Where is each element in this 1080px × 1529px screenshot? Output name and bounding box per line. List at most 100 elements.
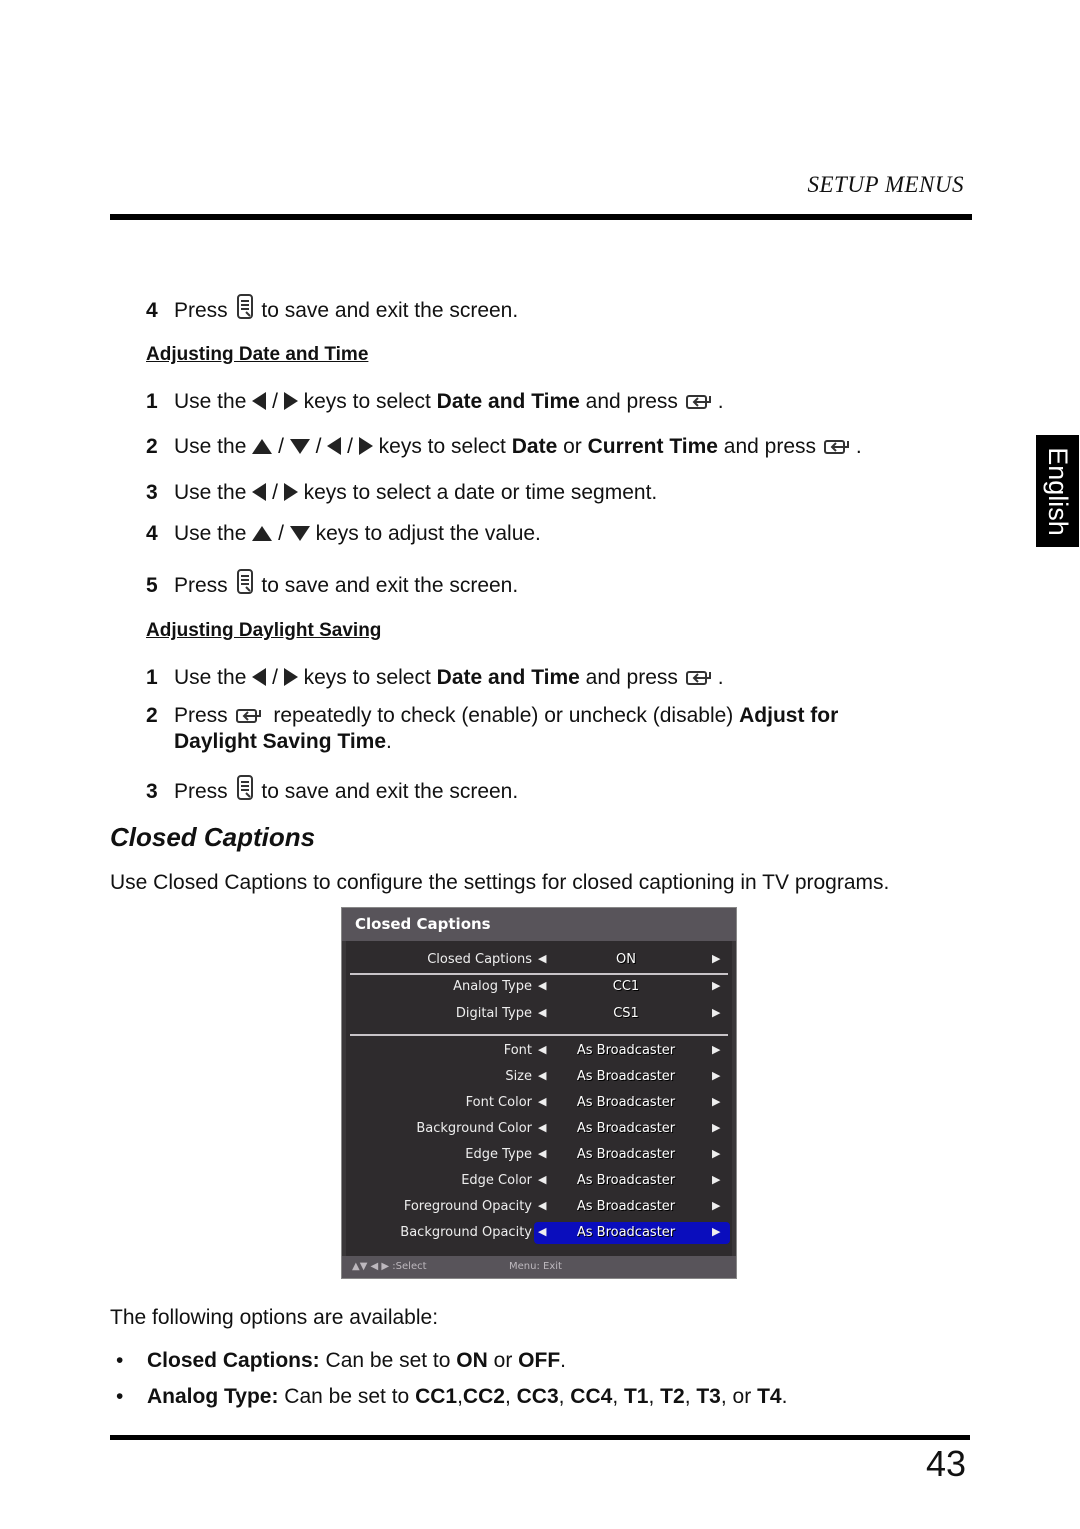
step-text: Use the: [174, 481, 247, 504]
step-text: Use the: [174, 522, 247, 545]
step-text: keys to adjust the value.: [315, 522, 541, 545]
step-number: 2: [146, 435, 158, 458]
left-arrow-icon[interactable]: ◀: [538, 1069, 546, 1082]
left-arrow-icon[interactable]: ◀: [538, 1225, 546, 1238]
option-value: CC1: [415, 1385, 458, 1408]
osd-row-selected[interactable]: Background Opacity ◀ As Broadcaster ▶: [346, 1222, 732, 1244]
osd-divider: [350, 1034, 728, 1036]
osd-row[interactable]: Analog Type ◀ CC1 ▶: [346, 976, 732, 998]
left-arrow-icon[interactable]: ◀: [538, 1121, 546, 1134]
right-arrow-icon[interactable]: ▶: [712, 979, 720, 992]
step-bold: Date and Time: [436, 666, 580, 689]
option-value: CC4: [570, 1385, 613, 1408]
step-number: 5: [146, 574, 158, 597]
option-name: Analog Type:: [147, 1385, 279, 1408]
date-time-step-4: 4 Use the / keys to adjust the value.: [146, 521, 541, 547]
osd-row-label: Foreground Opacity: [403, 1199, 532, 1214]
up-arrow-icon: [252, 526, 273, 541]
left-arrow-icon[interactable]: ◀: [538, 979, 546, 992]
osd-closed-captions-menu: Closed Captions Closed Captions ◀ ON ▶ Anal…: [341, 907, 737, 1279]
step-text: to save and exit the screen.: [261, 574, 519, 597]
left-arrow-icon[interactable]: ◀: [538, 952, 546, 965]
option-text: .: [560, 1349, 567, 1372]
left-arrow-icon[interactable]: ◀: [538, 1199, 546, 1212]
option-value: T1: [623, 1385, 649, 1408]
step-bold: Adjust for: [739, 704, 839, 727]
option-value: CC3: [516, 1385, 559, 1408]
option-text: or: [732, 1385, 752, 1408]
left-arrow-icon[interactable]: ◀: [538, 1043, 546, 1056]
osd-row[interactable]: Size ◀ As Broadcaster ▶: [346, 1066, 732, 1088]
right-arrow-icon[interactable]: ▶: [712, 1095, 720, 1108]
step-number: 3: [146, 481, 158, 504]
osd-row-value: As Broadcaster: [576, 1121, 676, 1136]
step-text: and press: [585, 666, 678, 689]
option-analog-type: • Analog Type: Can be set to CC1,CC2, CC3…: [116, 1385, 788, 1408]
osd-row-value: As Broadcaster: [576, 1043, 676, 1058]
osd-row-label: Font: [503, 1043, 532, 1058]
left-arrow-icon: [252, 392, 267, 410]
menu-key-icon: [236, 775, 253, 800]
osd-row[interactable]: Edge Type ◀ As Broadcaster ▶: [346, 1144, 732, 1166]
left-arrow-icon[interactable]: ◀: [538, 1006, 546, 1019]
step-bold: Date: [511, 435, 558, 458]
daylight-step-1: 1 Use the / keys to select Date and Time …: [146, 665, 724, 691]
osd-row-value: As Broadcaster: [576, 1147, 676, 1162]
right-arrow-icon[interactable]: ▶: [712, 1199, 720, 1212]
left-arrow-icon: [252, 668, 267, 686]
left-arrow-icon: [252, 483, 267, 501]
right-arrow-icon[interactable]: ▶: [712, 952, 720, 965]
language-tab-label: English: [1043, 446, 1073, 536]
right-arrow-icon: [283, 668, 298, 686]
step-text: .: [855, 435, 862, 458]
closed-captions-description: Use Closed Captions to configure the set…: [110, 871, 890, 894]
daylight-step-3: 3 Press to save and exit the screen.: [146, 775, 518, 805]
right-arrow-icon[interactable]: ▶: [712, 1147, 720, 1160]
osd-row[interactable]: Font ◀ As Broadcaster ▶: [346, 1040, 732, 1062]
right-arrow-icon[interactable]: ▶: [712, 1069, 720, 1082]
option-text: Can be set to: [284, 1385, 410, 1408]
step-text: keys to select: [303, 666, 431, 689]
bullet-icon: •: [116, 1349, 124, 1372]
osd-row-value: As Broadcaster: [576, 1199, 676, 1214]
down-arrow-icon: [289, 439, 310, 454]
osd-row-value: As Broadcaster: [576, 1173, 676, 1188]
right-arrow-icon[interactable]: ▶: [712, 1225, 720, 1238]
left-arrow-icon[interactable]: ◀: [538, 1173, 546, 1186]
down-arrow-icon: [289, 526, 310, 541]
step-number: 1: [146, 666, 158, 689]
osd-row-label: Background Opacity: [400, 1225, 532, 1240]
option-value: T2: [660, 1385, 685, 1408]
osd-row[interactable]: Digital Type ◀ CS1 ▶: [346, 1003, 732, 1025]
option-text: .: [781, 1385, 788, 1408]
osd-footer-select-hint: ▲▼ ◀ ▶ :Select: [352, 1261, 427, 1272]
date-time-step-5: 5 Press to save and exit the screen.: [146, 569, 518, 599]
osd-row[interactable]: Foreground Opacity ◀ As Broadcaster ▶: [346, 1196, 732, 1218]
header-rule: [110, 214, 972, 220]
step-bold: Current Time: [587, 435, 718, 458]
osd-row[interactable]: Background Color ◀ As Broadcaster ▶: [346, 1118, 732, 1140]
step-number: 1: [146, 390, 158, 413]
daylight-step-2: 2 Press repeatedly to check (enable) or u…: [146, 703, 838, 755]
step-number: 4: [146, 522, 158, 545]
left-arrow-icon[interactable]: ◀: [538, 1147, 546, 1160]
osd-row[interactable]: Edge Color ◀ As Broadcaster ▶: [346, 1170, 732, 1192]
right-arrow-icon[interactable]: ▶: [712, 1121, 720, 1134]
step-text: /: [315, 435, 322, 458]
left-arrow-icon[interactable]: ◀: [538, 1095, 546, 1108]
right-arrow-icon[interactable]: ▶: [712, 1006, 720, 1019]
date-time-step-1: 1 Use the / keys to select Date and Time …: [146, 389, 724, 415]
right-arrow-icon[interactable]: ▶: [712, 1173, 720, 1186]
page-number: 43: [925, 1443, 966, 1484]
step-text: .: [717, 666, 724, 689]
enter-key-icon: [685, 671, 711, 685]
right-arrow-icon[interactable]: ▶: [712, 1043, 720, 1056]
step-bold: Date and Time: [436, 390, 580, 413]
step-text: /: [347, 435, 353, 458]
step-text: and press: [585, 390, 678, 413]
osd-row[interactable]: Font Color ◀ As Broadcaster ▶: [346, 1092, 732, 1114]
osd-row-label: Edge Type: [465, 1147, 532, 1162]
osd-row[interactable]: Closed Captions ◀ ON ▶: [346, 949, 732, 971]
step-text: to save and exit the screen.: [261, 780, 519, 803]
subheading-date-time: Adjusting Date and Time: [146, 344, 369, 365]
